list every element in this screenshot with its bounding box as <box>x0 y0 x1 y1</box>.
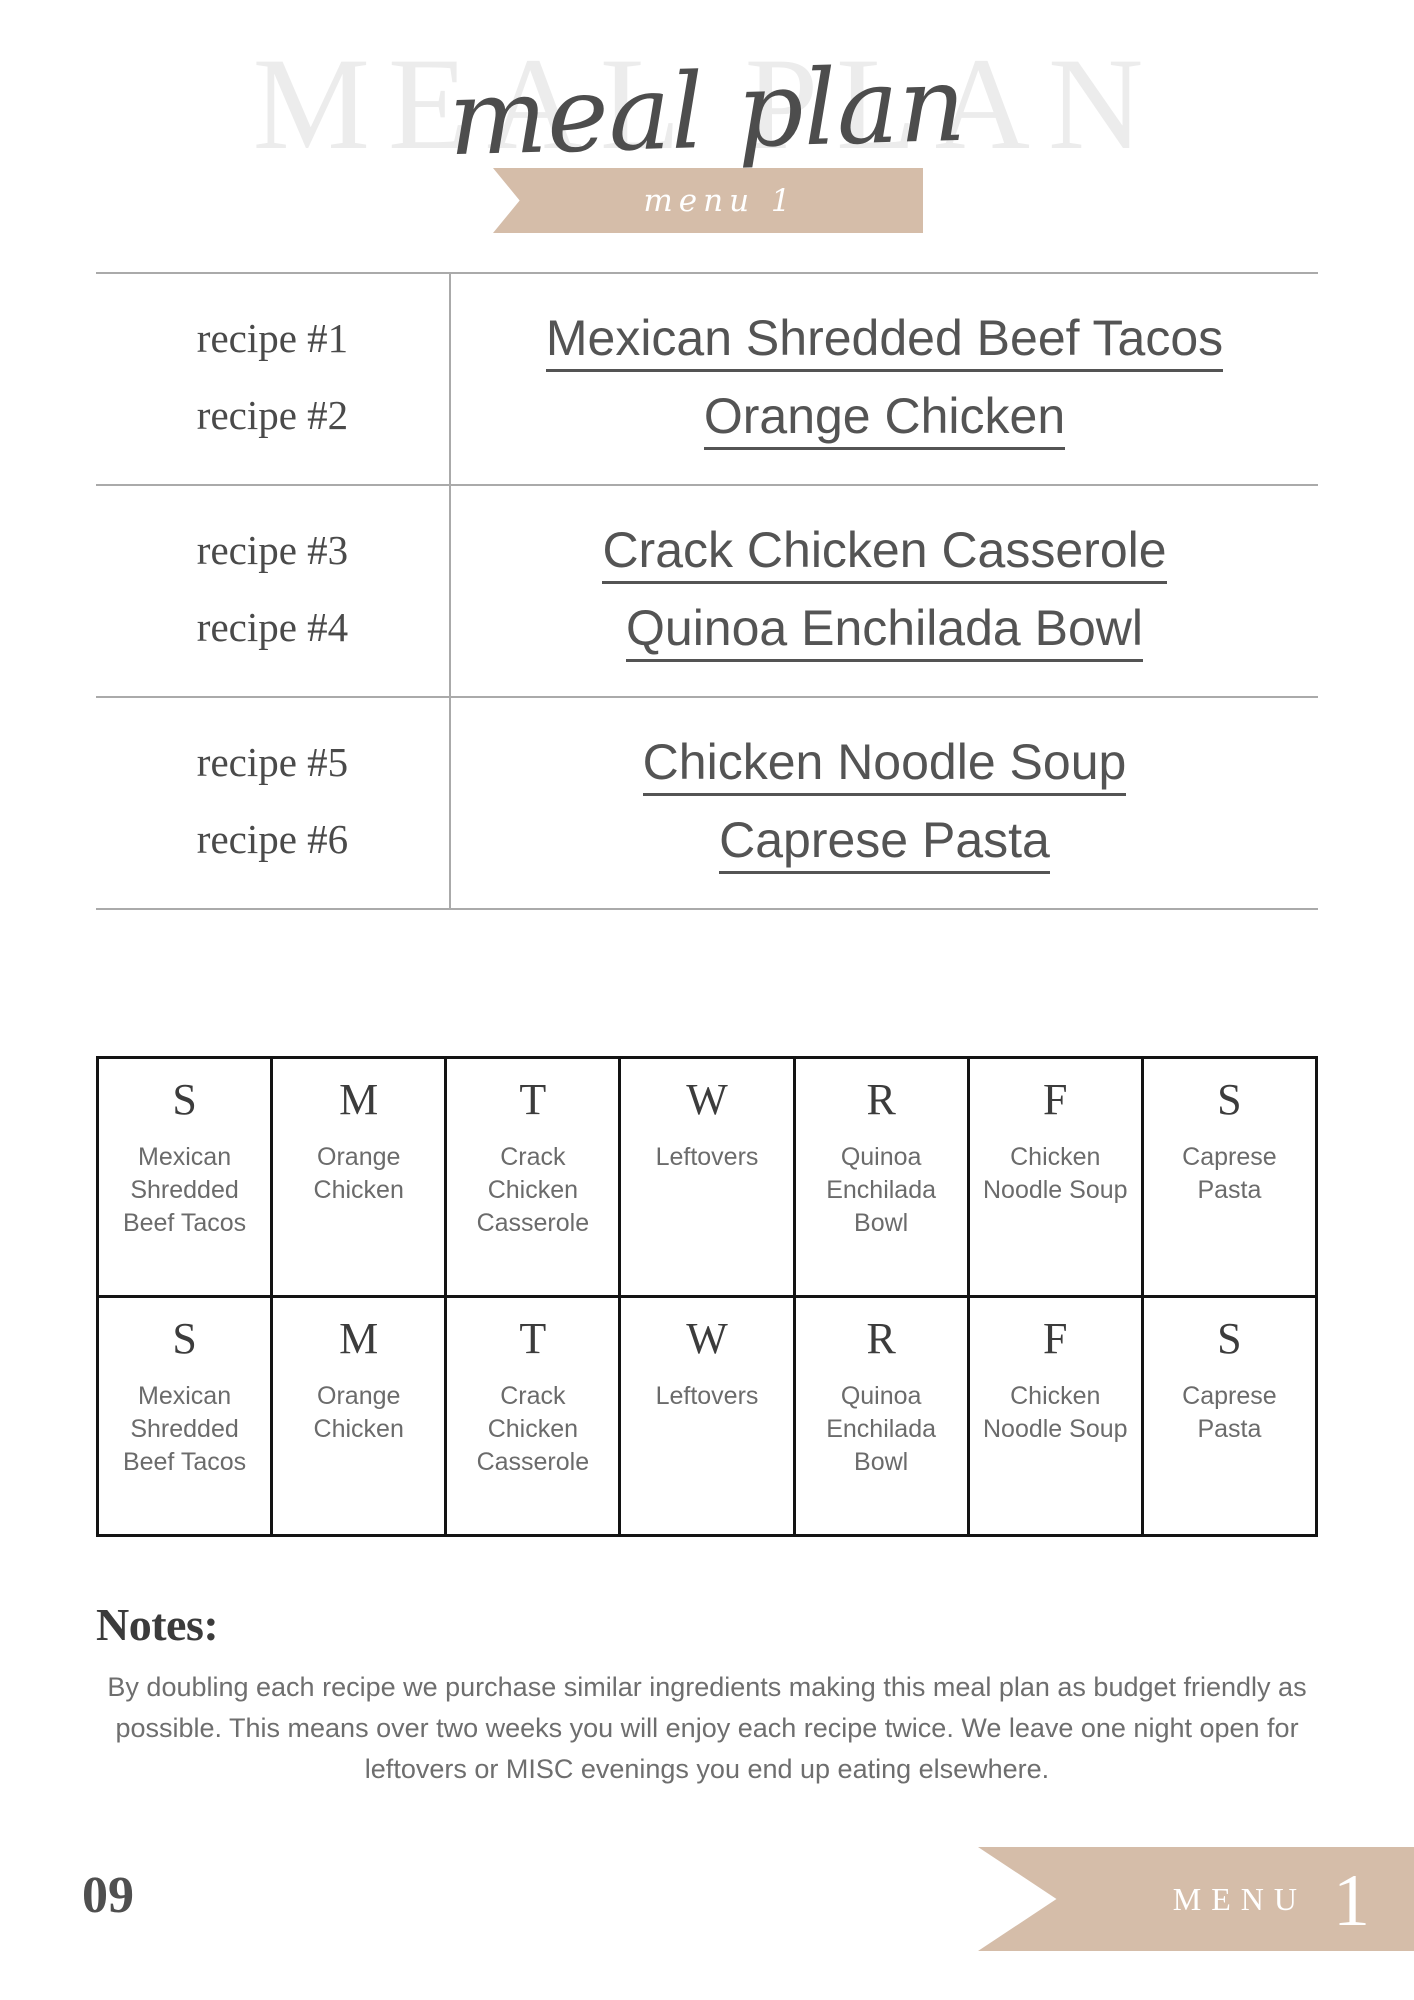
calendar-day-cell: F Chicken Noodle Soup <box>970 1059 1144 1295</box>
calendar-day-cell: M Orange Chicken <box>273 1298 448 1534</box>
day-meal: Crack Chicken Casserole <box>476 1142 590 1237</box>
calendar-week-row: S Mexican Shredded Beef Tacos M Orange C… <box>99 1059 1315 1295</box>
day-letter: M <box>339 1075 379 1124</box>
weekly-calendar: S Mexican Shredded Beef Tacos M Orange C… <box>96 1056 1318 1537</box>
recipe-table: recipe #1 recipe #2 Mexican Shredded Bee… <box>96 272 1318 911</box>
recipe-name: Orange Chicken <box>479 377 1290 456</box>
calendar-day-cell: S Mexican Shredded Beef Tacos <box>99 1059 274 1295</box>
recipe-name: Chicken Noodle Soup <box>479 723 1290 802</box>
day-meal: Orange Chicken <box>313 1381 404 1443</box>
recipe-label-column: recipe #3 recipe #4 <box>96 486 451 697</box>
day-meal: Leftovers <box>655 1142 759 1171</box>
notes-body-text: By doubling each recipe we purchase simi… <box>107 1672 1307 1785</box>
recipe-name: Crack Chicken Casserole <box>479 511 1290 590</box>
calendar-day-cell: W Leftovers <box>621 1298 796 1534</box>
footer-menu-label: MENU <box>1172 1880 1307 1917</box>
day-letter: S <box>172 1314 197 1363</box>
day-letter: M <box>339 1314 379 1363</box>
calendar-day-cell: S Mexican Shredded Beef Tacos <box>99 1298 274 1534</box>
page-number: 09 <box>82 1867 134 1924</box>
day-letter: W <box>686 1075 728 1124</box>
recipe-label: recipe #2 <box>196 392 349 439</box>
day-meal: Crack Chicken Casserole <box>476 1381 590 1476</box>
day-letter: F <box>1043 1314 1068 1363</box>
calendar-day-cell: T Crack Chicken Casserole <box>447 1298 622 1534</box>
calendar-day-cell: T Crack Chicken Casserole <box>447 1059 622 1295</box>
day-meal: Leftovers <box>655 1381 759 1410</box>
menu-banner: menu 1 <box>493 168 923 233</box>
recipe-name: Quinoa Enchilada Bowl <box>479 589 1290 668</box>
recipe-group: recipe #3 recipe #4 Crack Chicken Casser… <box>96 484 1318 697</box>
calendar-day-cell: S Caprese Pasta <box>1144 1298 1315 1534</box>
recipe-name-column: Mexican Shredded Beef Tacos Orange Chick… <box>451 274 1318 484</box>
recipe-name-text: Mexican Shredded Beef Tacos <box>545 309 1224 372</box>
meal-plan-page: MEAL PLAN meal plan menu 1 recipe #1 rec… <box>0 0 1414 2000</box>
recipe-label: recipe #6 <box>196 816 349 863</box>
calendar-day-cell: R Quinoa Enchilada Bowl <box>796 1298 970 1534</box>
day-letter: T <box>519 1314 547 1363</box>
recipe-name-text: Quinoa Enchilada Bowl <box>626 600 1143 663</box>
day-meal: Orange Chicken <box>313 1142 404 1204</box>
day-letter: F <box>1043 1075 1068 1124</box>
recipe-group: recipe #5 recipe #6 Chicken Noodle Soup … <box>96 696 1318 911</box>
calendar-day-cell: M Orange Chicken <box>273 1059 448 1295</box>
day-meal: Quinoa Enchilada Bowl <box>826 1381 937 1476</box>
recipe-label-column: recipe #5 recipe #6 <box>96 698 451 909</box>
footer-menu-number: 1 <box>1333 1860 1370 1942</box>
calendar-day-cell: S Caprese Pasta <box>1144 1059 1315 1295</box>
recipe-name-text: Orange Chicken <box>703 388 1066 451</box>
notes-heading: Notes: <box>96 1599 219 1650</box>
day-meal: Caprese Pasta <box>1182 1381 1277 1443</box>
day-meal: Chicken Noodle Soup <box>982 1142 1128 1204</box>
day-letter: S <box>1217 1075 1242 1124</box>
recipe-name-text: Caprese Pasta <box>719 812 1050 875</box>
recipe-label: recipe #3 <box>196 527 349 574</box>
calendar-day-cell: R Quinoa Enchilada Bowl <box>796 1059 970 1295</box>
calendar-week-row: S Mexican Shredded Beef Tacos M Orange C… <box>99 1295 1315 1534</box>
recipe-name-text: Chicken Noodle Soup <box>642 733 1127 796</box>
day-letter: R <box>866 1314 896 1363</box>
day-meal: Quinoa Enchilada Bowl <box>826 1142 937 1237</box>
recipe-label: recipe #1 <box>196 315 349 361</box>
recipe-label-column: recipe #1 recipe #2 <box>96 274 451 485</box>
recipe-label: recipe #4 <box>196 604 349 651</box>
notes-section: Notes: By doubling each recipe we purcha… <box>96 1598 1318 1790</box>
day-meal: Caprese Pasta <box>1182 1142 1277 1204</box>
day-letter: S <box>172 1075 197 1124</box>
day-meal: Mexican Shredded Beef Tacos <box>122 1381 247 1476</box>
recipe-name: Mexican Shredded Beef Tacos <box>479 299 1290 378</box>
day-letter: W <box>686 1314 728 1363</box>
day-meal: Mexican Shredded Beef Tacos <box>122 1142 247 1237</box>
menu-banner-label: menu 1 <box>643 182 797 219</box>
day-meal: Chicken Noodle Soup <box>982 1381 1128 1443</box>
recipe-name: Caprese Pasta <box>479 801 1290 880</box>
recipe-name-column: Crack Chicken Casserole Quinoa Enchilada… <box>451 486 1318 696</box>
footer-menu-banner: MENU 1 <box>978 1847 1414 1951</box>
recipe-group: recipe #1 recipe #2 Mexican Shredded Bee… <box>96 272 1318 485</box>
recipe-name-text: Crack Chicken Casserole <box>602 521 1167 584</box>
calendar-day-cell: W Leftovers <box>621 1059 796 1295</box>
recipe-label: recipe #5 <box>196 739 349 786</box>
recipe-name-column: Chicken Noodle Soup Caprese Pasta <box>451 698 1318 908</box>
calendar-day-cell: F Chicken Noodle Soup <box>970 1298 1144 1534</box>
day-letter: T <box>519 1075 547 1124</box>
day-letter: S <box>1217 1314 1242 1363</box>
day-letter: R <box>866 1075 896 1124</box>
